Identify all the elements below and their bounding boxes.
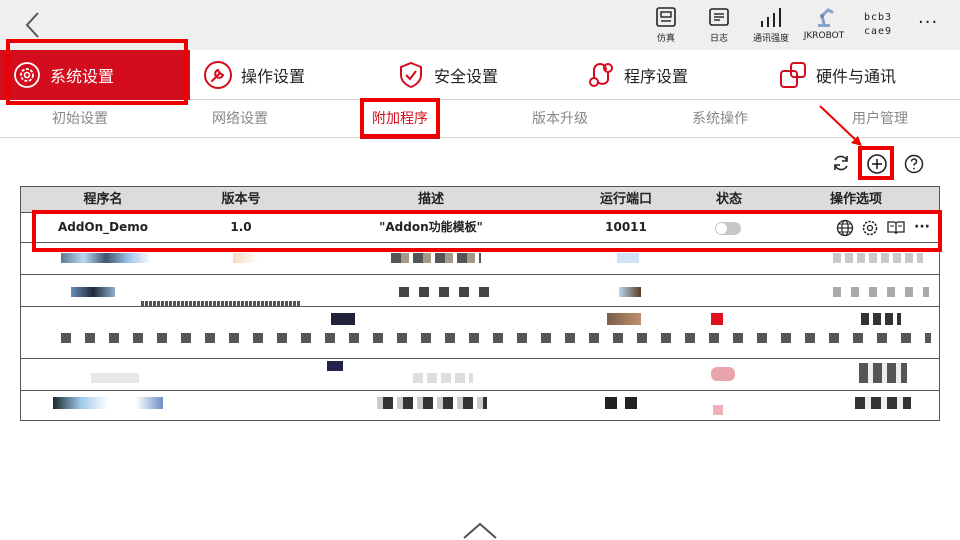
col-header-actions: 操作选项 xyxy=(829,192,882,207)
robot-label: JKROBOT xyxy=(803,31,845,41)
table-row xyxy=(21,275,939,307)
tab-system-settings-label: 系统设置 xyxy=(50,67,115,86)
signal-strength-button[interactable]: 通讯强度 xyxy=(748,6,794,44)
obscured-content xyxy=(605,397,639,409)
log-icon xyxy=(709,8,729,26)
subtab-system-operation[interactable]: 系统操作 xyxy=(640,100,800,138)
log-button[interactable]: 日志 xyxy=(706,6,732,44)
hardware-icon xyxy=(780,62,806,88)
obscured-content xyxy=(327,361,343,371)
obscured-content xyxy=(833,253,923,263)
table-header: 程序名 版本号 描述 运行端口 状态 操作选项 xyxy=(21,187,939,213)
obscured-content xyxy=(859,363,907,383)
help-icon[interactable] xyxy=(904,154,924,174)
wrench-icon xyxy=(204,61,232,89)
tab-operation-settings[interactable]: 操作设置 xyxy=(203,50,305,100)
obscured-content xyxy=(713,405,723,415)
tab-operation-settings-label: 操作设置 xyxy=(241,67,306,86)
obscured-content xyxy=(61,333,931,343)
tab-safety-settings-label: 安全设置 xyxy=(434,67,499,86)
obscured-content xyxy=(91,373,139,383)
obscured-content xyxy=(617,253,639,263)
col-header-status: 状态 xyxy=(715,192,742,207)
obscured-content xyxy=(607,313,641,325)
simulation-button[interactable]: 仿真 xyxy=(652,6,680,44)
signal-strength-label: 通讯强度 xyxy=(752,34,789,44)
robot-id: bcb3 cae9 xyxy=(864,11,892,39)
obscured-content xyxy=(413,373,473,383)
more-icon[interactable]: ··· xyxy=(911,214,933,240)
obscured-content xyxy=(71,287,115,297)
table-row[interactable]: AddOn_Demo 1.0 "Addon功能模板" 10011 ··· xyxy=(21,214,939,243)
addon-description: "Addon功能模板" xyxy=(379,220,483,234)
table-row xyxy=(21,359,939,391)
shield-icon xyxy=(400,61,422,89)
obscured-content xyxy=(141,301,301,306)
addon-table: 程序名 版本号 描述 运行端口 状态 操作选项 AddOn_Demo 1.0 "… xyxy=(20,186,940,421)
obscured-content xyxy=(833,287,929,297)
obscured-content xyxy=(619,287,641,297)
refresh-icon[interactable] xyxy=(831,153,851,173)
main-tabs: 系统设置 操作设置 安全设置 程序设置 硬件与通讯 xyxy=(0,50,960,100)
signal-strength-icon xyxy=(761,8,781,27)
tab-program-settings[interactable]: 程序设置 xyxy=(586,50,688,100)
back-arrow-icon[interactable] xyxy=(22,10,46,40)
obscured-content xyxy=(399,287,489,297)
obscured-content xyxy=(331,313,355,325)
obscured-content xyxy=(711,313,723,325)
col-header-port: 运行端口 xyxy=(599,192,652,207)
subtab-network-settings[interactable]: 网络设置 xyxy=(160,100,320,138)
more-menu-button[interactable]: ··· xyxy=(918,12,938,33)
addon-port: 10011 xyxy=(605,220,647,234)
gear-icon xyxy=(14,62,40,88)
tab-hardware-communication-label: 硬件与通讯 xyxy=(816,67,897,86)
robot-arm-icon xyxy=(818,8,834,27)
obscured-content xyxy=(391,253,481,263)
tab-hardware-communication[interactable]: 硬件与通讯 xyxy=(778,50,896,100)
simulation-icon xyxy=(656,7,676,27)
obscured-content xyxy=(855,397,911,409)
col-header-description: 描述 xyxy=(417,192,444,207)
obscured-content xyxy=(61,253,151,263)
table-row xyxy=(21,391,939,420)
addon-version: 1.0 xyxy=(230,220,252,234)
subtab-addon-programs[interactable]: 附加程序 xyxy=(320,100,480,139)
obscured-content xyxy=(377,397,487,409)
book-icon[interactable] xyxy=(886,219,906,237)
col-header-name: 程序名 xyxy=(83,192,123,207)
add-addon-icon[interactable] xyxy=(866,153,888,175)
addon-status-toggle[interactable] xyxy=(715,222,741,235)
table-row xyxy=(21,243,939,275)
tab-program-settings-label: 程序设置 xyxy=(624,67,689,86)
addon-name: AddOn_Demo xyxy=(57,220,149,234)
tab-system-settings[interactable]: 系统设置 xyxy=(0,50,190,100)
chevron-up-icon[interactable] xyxy=(462,520,498,540)
program-icon xyxy=(589,63,613,87)
tab-safety-settings[interactable]: 安全设置 xyxy=(396,50,498,100)
col-header-version: 版本号 xyxy=(221,192,261,207)
simulation-label: 仿真 xyxy=(656,34,675,44)
gear-icon[interactable] xyxy=(861,219,879,237)
obscured-content xyxy=(233,253,259,263)
obscured-content xyxy=(711,367,735,381)
obscured-content xyxy=(861,313,901,325)
top-bar: 仿真 日志 通讯强度 JKROBOT bcb3 cae9 ··· xyxy=(0,0,960,50)
log-label: 日志 xyxy=(709,34,728,44)
globe-icon[interactable] xyxy=(836,219,854,237)
obscured-content xyxy=(53,397,163,409)
robot-id-line1: bcb3 xyxy=(864,12,893,23)
robot-button[interactable]: JKROBOT xyxy=(799,6,849,41)
robot-id-line2: cae9 xyxy=(864,26,893,37)
annotation-arrow-icon xyxy=(819,105,862,146)
subtab-initial-settings[interactable]: 初始设置 xyxy=(0,100,160,138)
table-row xyxy=(21,307,939,359)
subtab-version-upgrade[interactable]: 版本升级 xyxy=(480,100,640,138)
